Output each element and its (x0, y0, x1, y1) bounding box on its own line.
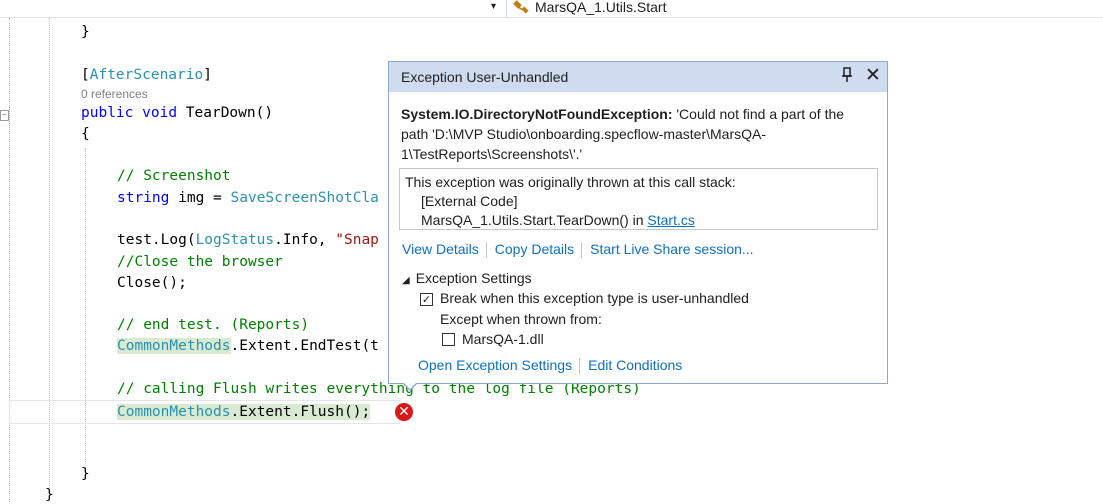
separator (579, 358, 581, 375)
code-line: CommonMethods.Extent.EndTest(t (117, 338, 379, 354)
call-stack-box: This exception was originally thrown at … (399, 168, 878, 230)
code-line: //Close the browser (117, 254, 283, 270)
popup-actions: View Details Copy Details Start Live Share… (402, 241, 754, 259)
codelens-references[interactable]: 0 references (81, 87, 148, 101)
code-line: [AfterScenario] (81, 67, 212, 83)
popup-pointer-inner (404, 383, 416, 389)
project-dropdown[interactable]: ▾ (0, 0, 507, 17)
collapse-triangle-icon: ◢ (402, 275, 410, 286)
dropdown-arrow-icon[interactable]: ▾ (491, 1, 496, 12)
pin-icon[interactable] (840, 67, 854, 85)
gutter-outline (9, 18, 10, 502)
code-line: } (81, 466, 90, 482)
pin-glyph (842, 67, 852, 82)
popup-title: Exception User-Unhandled (401, 69, 569, 85)
code-line: public void TearDown() (81, 105, 274, 121)
live-share-link[interactable]: Start Live Share session... (590, 241, 753, 257)
popup-header[interactable]: Exception User-Unhandled ✕ (389, 62, 887, 92)
code-line: { (81, 126, 90, 142)
error-icon[interactable]: ✕ (395, 403, 413, 421)
stack-frame-external: [External Code] (421, 193, 518, 209)
stack-frame: MarsQA_1.Utils.Start.TearDown() in Start… (421, 212, 695, 228)
indent-guide (85, 148, 86, 478)
source-file-link[interactable]: Start.cs (647, 212, 694, 228)
code-line: // end test. (Reports) (117, 317, 310, 333)
dll-checkbox[interactable] (442, 333, 455, 346)
settings-links: Open Exception Settings Edit Conditions (418, 357, 682, 375)
code-line: Close(); (117, 275, 187, 291)
exception-settings-label: Exception Settings (415, 270, 532, 286)
dll-label: MarsQA-1.dll (462, 331, 544, 347)
exception-popup: Exception User-Unhandled ✕ System.IO.Dir… (388, 61, 888, 384)
code-line: string img = SaveScreenShotCla (117, 190, 379, 206)
stack-title: This exception was originally thrown at … (405, 174, 736, 190)
except-label: Except when thrown from: (440, 311, 602, 327)
navigation-bar: ▾ MarsQA_1.Utils.Start (0, 0, 1103, 18)
view-details-link[interactable]: View Details (402, 241, 479, 257)
separator (485, 242, 487, 259)
exception-settings-toggle[interactable]: ◢ Exception Settings (402, 270, 532, 286)
code-line: } (81, 24, 90, 40)
edit-conditions-link[interactable]: Edit Conditions (588, 357, 682, 373)
code-line-current: CommonMethods.Extent.Flush(); (117, 404, 371, 420)
exception-message: System.IO.DirectoryNotFoundException: 'C… (401, 104, 871, 164)
code-line: } (45, 487, 54, 503)
exception-type: System.IO.DirectoryNotFoundException: (401, 106, 673, 122)
code-line: // Screenshot (117, 168, 231, 184)
break-label: Break when this exception type is user-u… (440, 290, 749, 306)
break-checkbox[interactable]: ✓ (420, 293, 433, 306)
separator (581, 242, 583, 259)
copy-details-link[interactable]: Copy Details (495, 241, 574, 257)
code-line: test.Log(LogStatus.Info, "Snap (117, 232, 379, 248)
open-exception-settings-link[interactable]: Open Exception Settings (418, 357, 572, 373)
type-label: MarsQA_1.Utils.Start (535, 0, 667, 15)
close-icon[interactable]: ✕ (863, 65, 883, 85)
collapse-toggle[interactable]: − (0, 110, 9, 121)
class-icon (513, 0, 529, 14)
